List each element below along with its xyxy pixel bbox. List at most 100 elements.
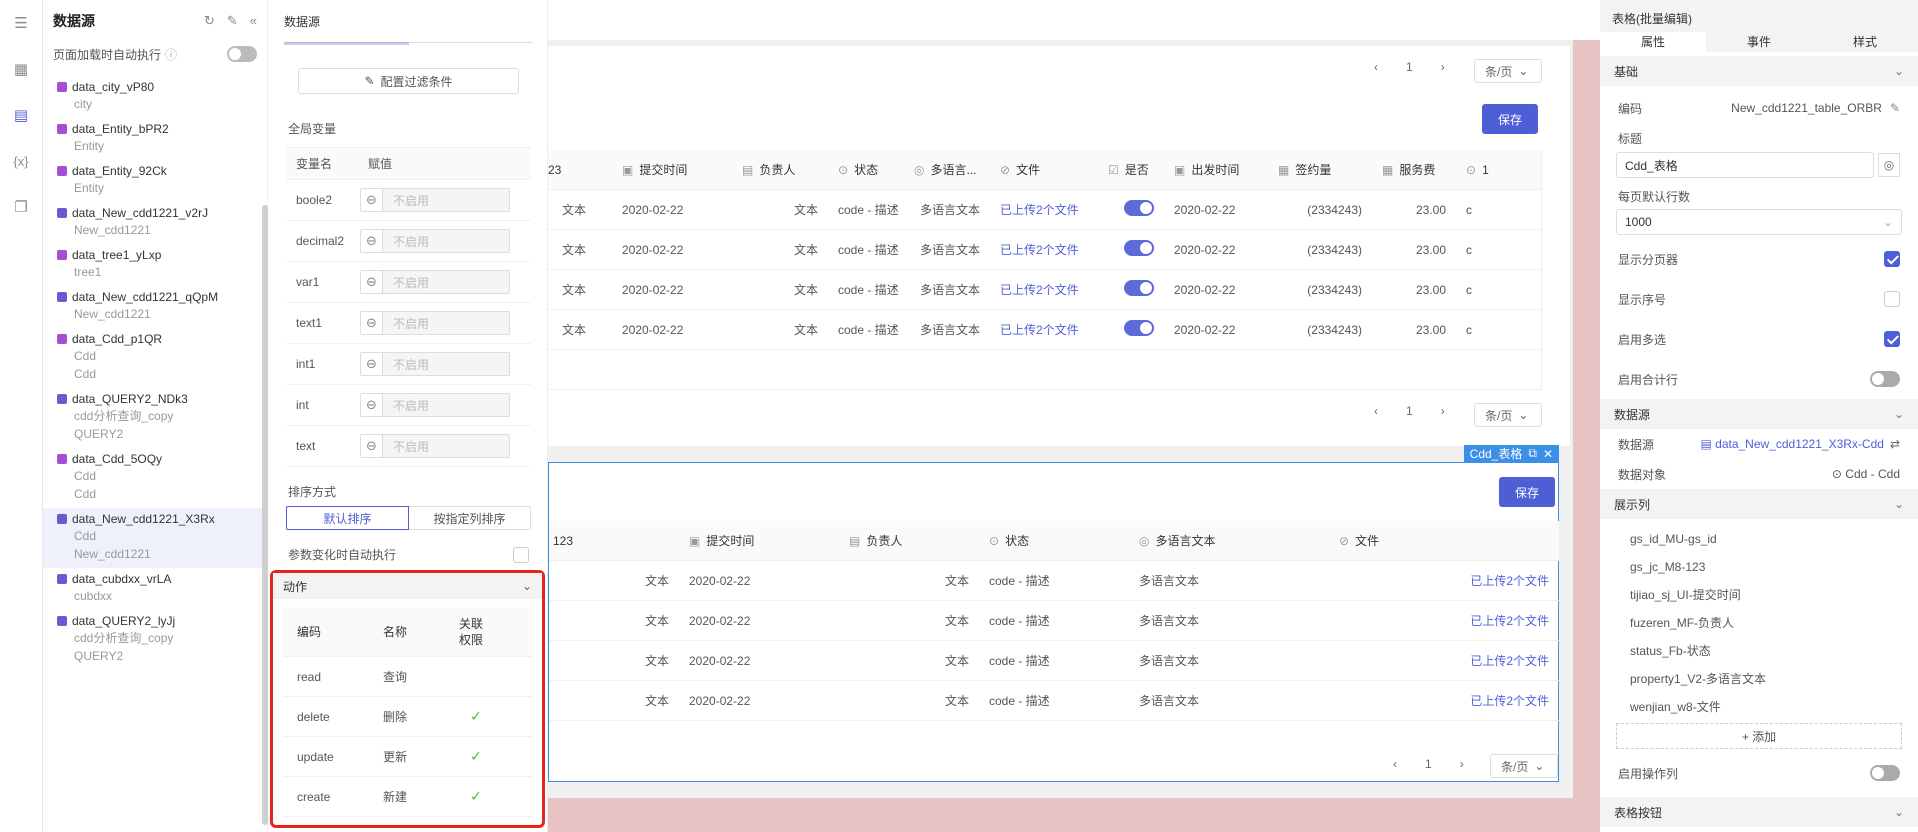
column-header[interactable]: ⊙ 状态 bbox=[979, 532, 1129, 549]
column-header[interactable]: ◎ 多语言... bbox=[904, 161, 990, 178]
table-row[interactable]: 文本 2020-02-22 文本 code - 描述 多语言文本 已上传2个文件 bbox=[549, 681, 1559, 721]
grid-icon[interactable]: ▦ bbox=[11, 60, 31, 80]
row-toggle[interactable] bbox=[1124, 200, 1154, 216]
variable-icon[interactable]: {x} bbox=[11, 152, 31, 172]
database-icon[interactable]: ▤ bbox=[11, 106, 31, 126]
display-column-item[interactable]: status_Fb-状态 bbox=[1600, 637, 1918, 665]
var-value-input[interactable]: ⊖ 不启用 bbox=[360, 229, 510, 253]
section-basic[interactable]: 基础 ⌄ bbox=[1600, 56, 1918, 86]
column-header[interactable]: ⊙ 1 bbox=[1456, 163, 1496, 177]
display-column-item[interactable]: tijiao_sj_UI-提交时间 bbox=[1600, 581, 1918, 609]
table-row[interactable]: 文本 2020-02-22 文本 code - 描述 多语言文本 已上传2个文件 2020-… bbox=[548, 310, 1541, 350]
layers-icon[interactable]: ☰ bbox=[11, 14, 31, 34]
sidebar-scrollbar[interactable] bbox=[262, 205, 268, 825]
display-column-item[interactable]: gs_jc_M8-123 bbox=[1600, 553, 1918, 581]
column-header[interactable]: ☑ 是否 bbox=[1098, 161, 1164, 178]
page-size-select[interactable]: 条/页 ⌄ bbox=[1474, 59, 1542, 83]
datasource-item[interactable]: data_New_cdd1221_X3Rx Cdd New_cdd1221 bbox=[43, 508, 267, 568]
save-button[interactable]: 保存 bbox=[1482, 104, 1538, 134]
column-header[interactable]: ▦ 服务费 bbox=[1372, 161, 1456, 178]
var-value-input[interactable]: ⊖ 不启用 bbox=[360, 393, 510, 417]
table-row[interactable]: 文本 2020-02-22 文本 code - 描述 多语言文本 已上传2个文件 bbox=[549, 601, 1559, 641]
multi-select-checkbox[interactable] bbox=[1884, 331, 1900, 347]
collapse-icon[interactable]: « bbox=[250, 13, 257, 29]
file-link[interactable]: 已上传2个文件 bbox=[1000, 243, 1079, 257]
file-link[interactable]: 已上传2个文件 bbox=[1000, 283, 1079, 297]
close-icon[interactable]: ✕ bbox=[1543, 447, 1553, 461]
tab-events[interactable]: 事件 bbox=[1706, 32, 1812, 52]
file-link[interactable]: 已上传2个文件 bbox=[1470, 694, 1549, 708]
file-link[interactable]: 已上传2个文件 bbox=[1470, 654, 1549, 668]
datasource-item[interactable]: data_city_vP80 city bbox=[43, 76, 267, 118]
section-datasource[interactable]: 数据源 ⌄ bbox=[1600, 399, 1918, 429]
section-buttons[interactable]: 表格按钮 ⌄ bbox=[1600, 797, 1918, 827]
action-row[interactable]: create 新建 ✓ bbox=[283, 777, 532, 817]
copy-icon[interactable]: ⧉ bbox=[1528, 446, 1537, 461]
row-toggle[interactable] bbox=[1124, 280, 1154, 296]
var-value-input[interactable]: ⊖ 不启用 bbox=[360, 352, 510, 376]
datasource-item[interactable]: data_Entity_92Ck Entity bbox=[43, 160, 267, 202]
prev-page-icon[interactable]: ‹ bbox=[1374, 404, 1378, 418]
minus-circle-icon[interactable]: ⊖ bbox=[361, 230, 383, 252]
table-card-2[interactable]: Cdd_表格 ⧉ ✕ 保存 123 ▣ 提交时间 ▤ 负责人 ⊙ 状态 ◎ 多语言文本 ⊘ 文件 文… bbox=[548, 445, 1559, 782]
page-size-select[interactable]: 条/页 ⌄ bbox=[1490, 754, 1558, 778]
chevron-down-icon[interactable]: ⌄ bbox=[522, 579, 532, 593]
title-input[interactable]: Cdd_表格 bbox=[1616, 152, 1874, 178]
table-row[interactable]: 文本 2020-02-22 文本 code - 描述 多语言文本 已上传2个文件 bbox=[549, 561, 1559, 601]
datasource-item[interactable]: data_QUERY2_lyJj cdd分析查询_copy QUERY2 bbox=[43, 610, 267, 670]
column-header[interactable]: ▣ 提交时间 bbox=[679, 532, 839, 549]
minus-circle-icon[interactable]: ⊖ bbox=[361, 312, 383, 334]
next-page-icon[interactable]: › bbox=[1460, 757, 1464, 771]
prev-page-icon[interactable]: ‹ bbox=[1393, 757, 1397, 771]
display-column-item[interactable]: fuzeren_MF-负责人 bbox=[1600, 609, 1918, 637]
show-index-checkbox[interactable] bbox=[1884, 291, 1900, 307]
display-column-item[interactable]: property1_V2-多语言文本 bbox=[1600, 665, 1918, 693]
page-size-select[interactable]: 条/页 ⌄ bbox=[1474, 403, 1542, 427]
pagesize-select[interactable]: 1000 ⌄ bbox=[1616, 209, 1902, 235]
table-row[interactable]: 文本 2020-02-22 文本 code - 描述 多语言文本 已上传2个文件 bbox=[549, 641, 1559, 681]
tab-styles[interactable]: 样式 bbox=[1812, 32, 1918, 52]
column-header[interactable]: 123 bbox=[549, 534, 679, 548]
refresh-icon[interactable]: ↻ bbox=[204, 13, 215, 29]
datasource-item[interactable]: data_Cdd_p1QR Cdd Cdd bbox=[43, 328, 267, 388]
tab-props[interactable]: 属性 bbox=[1600, 32, 1706, 52]
var-value-input[interactable]: ⊖ 不启用 bbox=[360, 434, 510, 458]
column-header[interactable]: ▤ 负责人 bbox=[732, 161, 828, 178]
table-row[interactable]: 文本 2020-02-22 文本 code - 描述 多语言文本 已上传2个文件 2020-… bbox=[548, 270, 1541, 310]
var-value-input[interactable]: ⊖ 不启用 bbox=[360, 270, 510, 294]
datasource-item[interactable]: data_Entity_bPR2 Entity bbox=[43, 118, 267, 160]
table-row[interactable]: 文本 2020-02-22 文本 code - 描述 多语言文本 已上传2个文件 2020-… bbox=[548, 230, 1541, 270]
datasource-item[interactable]: data_QUERY2_NDk3 cdd分析查询_copy QUERY2 bbox=[43, 388, 267, 448]
column-header[interactable]: ▣ 出发时间 bbox=[1164, 161, 1268, 178]
param-auto-checkbox[interactable] bbox=[513, 546, 529, 563]
table-row[interactable]: 文本 2020-02-22 文本 code - 描述 多语言文本 已上传2个文件 2020-… bbox=[548, 190, 1541, 230]
op-col-toggle[interactable] bbox=[1870, 765, 1900, 781]
datasource-item[interactable]: data_New_cdd1221_qQpM New_cdd1221 bbox=[43, 286, 267, 328]
show-pager-checkbox[interactable] bbox=[1884, 251, 1900, 267]
file-link[interactable]: 已上传2个文件 bbox=[1000, 323, 1079, 337]
sort-custom-button[interactable]: 按指定列排序 bbox=[409, 506, 531, 530]
column-header[interactable]: ⊘ 文件 bbox=[1329, 532, 1559, 549]
sort-default-button[interactable]: 默认排序 bbox=[286, 506, 409, 530]
datasource-item[interactable]: data_New_cdd1221_v2rJ New_cdd1221 bbox=[43, 202, 267, 244]
datasource-item[interactable]: data_Cdd_5OQy Cdd Cdd bbox=[43, 448, 267, 508]
var-value-input[interactable]: ⊖ 不启用 bbox=[360, 188, 510, 212]
add-column-button[interactable]: + 添加 bbox=[1616, 723, 1902, 749]
edit-icon[interactable]: ✎ bbox=[227, 13, 238, 29]
row-toggle[interactable] bbox=[1124, 240, 1154, 256]
action-row[interactable]: update 更新 ✓ bbox=[283, 737, 532, 777]
display-column-item[interactable]: wenjian_w8-文件 bbox=[1600, 693, 1918, 721]
column-header[interactable]: ▣ 提交时间 bbox=[612, 161, 732, 178]
file-link[interactable]: 已上传2个文件 bbox=[1000, 203, 1079, 217]
var-value-input[interactable]: ⊖ 不启用 bbox=[360, 311, 510, 335]
column-header[interactable]: ⊙ 状态 bbox=[828, 161, 904, 178]
file-link[interactable]: 已上传2个文件 bbox=[1470, 614, 1549, 628]
column-header[interactable]: 23 bbox=[548, 163, 612, 177]
prev-page-icon[interactable]: ‹ bbox=[1374, 60, 1378, 74]
minus-circle-icon[interactable]: ⊖ bbox=[361, 189, 383, 211]
action-row[interactable]: read 查询 bbox=[283, 657, 532, 697]
column-header[interactable]: ▦ 签约量 bbox=[1268, 161, 1372, 178]
auto-exec-toggle[interactable] bbox=[227, 46, 257, 62]
minus-circle-icon[interactable]: ⊖ bbox=[361, 271, 383, 293]
section-columns[interactable]: 展示列 ⌄ bbox=[1600, 489, 1918, 519]
